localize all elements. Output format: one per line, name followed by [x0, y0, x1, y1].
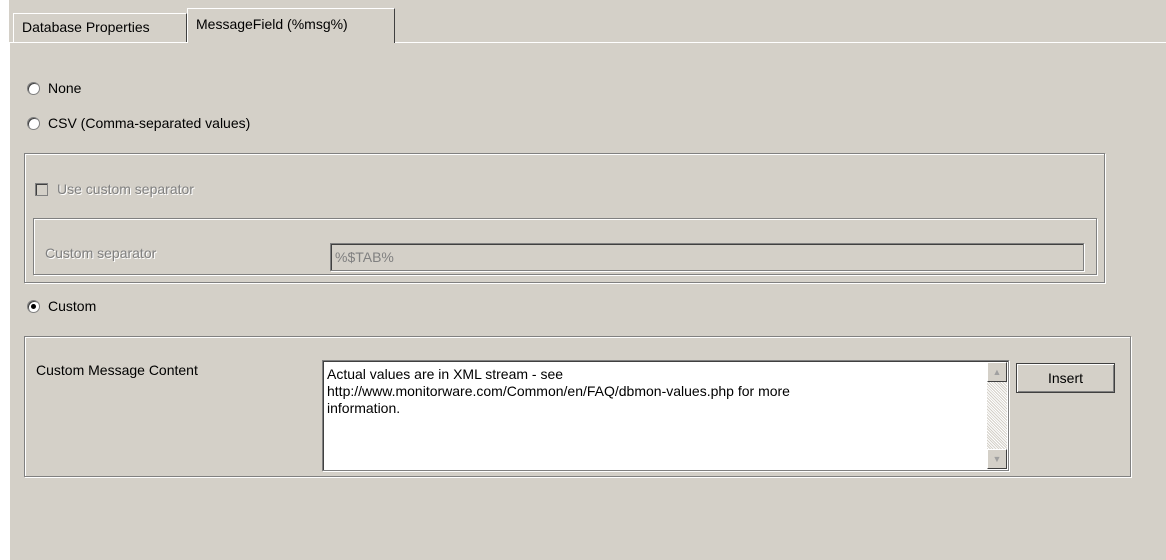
radio-csv[interactable] — [27, 116, 40, 130]
use-custom-separator-checkbox[interactable] — [35, 182, 48, 196]
radio-csv-row[interactable]: CSV (Comma-separated values) — [27, 115, 250, 131]
radio-custom-label: Custom — [48, 298, 97, 314]
textarea-scrollbar[interactable]: ▲ ▼ — [987, 362, 1007, 469]
tab-label: MessageField (%msg%) — [196, 16, 348, 32]
tab-label: Database Properties — [22, 19, 150, 35]
scroll-down-arrow-icon[interactable]: ▼ — [987, 449, 1007, 469]
radio-none-row[interactable]: None — [27, 80, 81, 96]
custom-separator-input[interactable]: %$TAB% — [330, 243, 1084, 271]
radio-custom-row[interactable]: Custom — [27, 298, 96, 314]
radio-none-label: None — [48, 80, 82, 96]
custom-separator-label: Custom separator — [45, 245, 157, 261]
tab-strip: Database Properties MessageField (%msg%) — [9, 0, 1166, 43]
tab-database-properties[interactable]: Database Properties — [13, 13, 187, 43]
tab-messagefield[interactable]: MessageField (%msg%) — [187, 8, 395, 43]
radio-csv-label: CSV (Comma-separated values) — [48, 115, 251, 131]
custom-message-content-label: Custom Message Content — [36, 362, 198, 378]
radio-none[interactable] — [27, 81, 40, 95]
insert-button[interactable]: Insert — [1016, 363, 1115, 393]
custom-message-text[interactable]: Actual values are in XML stream - see ht… — [327, 366, 967, 417]
use-custom-separator-label: Use custom separator — [57, 181, 194, 197]
custom-message-textarea[interactable]: Actual values are in XML stream - see ht… — [322, 360, 1009, 471]
scroll-up-arrow-icon[interactable]: ▲ — [987, 362, 1007, 382]
radio-custom[interactable] — [27, 299, 40, 313]
use-custom-separator-row[interactable]: Use custom separator — [35, 181, 194, 197]
